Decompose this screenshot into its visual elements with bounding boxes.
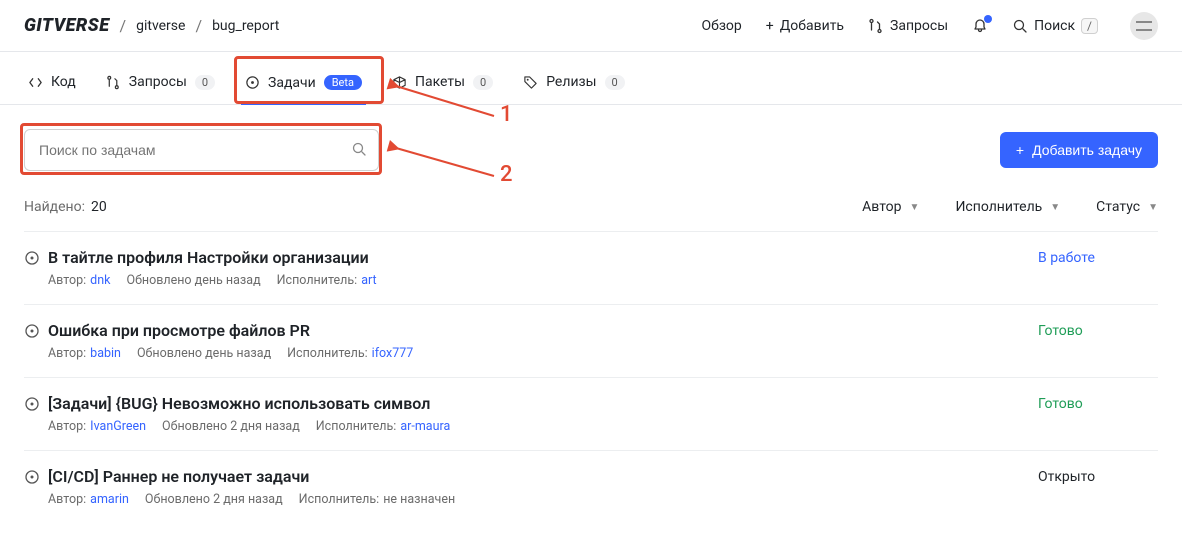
issue-status: Открыто	[1038, 467, 1158, 507]
tab-packages[interactable]: Пакеты 0	[388, 62, 497, 104]
issue-open-icon	[24, 321, 48, 361]
nav-notifications[interactable]	[972, 18, 988, 34]
code-icon	[28, 75, 43, 90]
breadcrumb-sep: /	[195, 16, 202, 35]
issue-author-link[interactable]: amarin	[90, 492, 129, 507]
notification-dot	[984, 15, 992, 23]
issue-open-icon	[24, 467, 48, 507]
issue-title[interactable]: [Задачи] {BUG} Невозможно использовать с…	[48, 394, 1038, 413]
found-row: Найдено: 20 Автор▼ Исполнитель▼ Статус▼	[24, 189, 1158, 231]
topbar: GITVERSE / gitverse / bug_report Обзор +…	[0, 0, 1182, 52]
plus-icon: +	[766, 18, 774, 34]
issue-status: Готово	[1038, 321, 1158, 361]
tag-icon	[523, 75, 538, 90]
filter-status[interactable]: Статус▼	[1096, 199, 1158, 215]
chevron-down-icon: ▼	[1050, 202, 1060, 213]
search-icon	[351, 141, 367, 157]
search-icon	[1012, 18, 1028, 34]
issue-author-link[interactable]: babin	[90, 346, 121, 361]
git-compare-icon	[106, 75, 121, 90]
avatar[interactable]	[1130, 12, 1158, 40]
found-label: Найдено:	[24, 199, 85, 215]
issue-row[interactable]: Ошибка при просмотре файлов PR Автор: ba…	[24, 304, 1158, 377]
package-icon	[392, 75, 407, 90]
issue-author-link[interactable]: dnk	[90, 273, 110, 288]
filter-assignee[interactable]: Исполнитель▼	[955, 199, 1060, 215]
search-row: + Добавить задачу	[0, 105, 1182, 179]
issue-assignee-link[interactable]: art	[361, 273, 376, 288]
issue-updated: Обновлено 2 дня назад	[162, 419, 300, 434]
search-input[interactable]	[24, 129, 379, 171]
tab-releases[interactable]: Релизы 0	[519, 62, 629, 104]
issue-meta: Автор: dnk Обновлено день назад Исполнит…	[48, 273, 1038, 288]
git-compare-icon	[868, 18, 884, 34]
breadcrumb-sep: /	[119, 16, 126, 35]
chevron-down-icon: ▼	[1148, 202, 1158, 213]
avatar-icon	[1136, 21, 1152, 31]
requests-count: 0	[195, 75, 215, 90]
issue-meta: Автор: babin Обновлено день назад Исполн…	[48, 346, 1038, 361]
nav-overview[interactable]: Обзор	[701, 18, 741, 34]
issue-assignee-link[interactable]: ifox777	[372, 346, 414, 361]
issue-updated: Обновлено день назад	[126, 273, 260, 288]
tab-code[interactable]: Код	[24, 62, 80, 104]
packages-count: 0	[473, 75, 493, 90]
releases-count: 0	[605, 75, 625, 90]
issue-author-link[interactable]: IvanGreen	[90, 419, 146, 434]
add-issue-button[interactable]: + Добавить задачу	[1000, 132, 1158, 168]
breadcrumb-repo[interactable]: bug_report	[212, 18, 279, 34]
tab-requests[interactable]: Запросы 0	[102, 62, 219, 104]
repo-tabs: Код Запросы 0 Задачи Beta Пакеты 0 Релиз…	[0, 52, 1182, 105]
nav-requests[interactable]: Запросы	[868, 18, 948, 34]
issue-title[interactable]: [CI/CD] Раннер не получает задачи	[48, 467, 1038, 486]
issue-icon	[245, 75, 260, 90]
issue-meta: Автор: amarin Обновлено 2 дня назад Испо…	[48, 492, 1038, 507]
search-kbd: /	[1081, 18, 1098, 34]
issue-title[interactable]: В тайтле профиля Настройки организации	[48, 248, 1038, 267]
issue-updated: Обновлено 2 дня назад	[145, 492, 283, 507]
issue-assignee: не назначен	[383, 492, 455, 507]
logo[interactable]: GITVERSE	[24, 15, 109, 36]
issues-area: Найдено: 20 Автор▼ Исполнитель▼ Статус▼ …	[0, 179, 1182, 533]
issue-row[interactable]: [CI/CD] Раннер не получает задачи Автор:…	[24, 450, 1158, 523]
filter-author[interactable]: Автор▼	[862, 199, 919, 215]
tab-issues[interactable]: Задачи Beta	[241, 63, 366, 105]
issue-assignee-link[interactable]: ar-maura	[400, 419, 450, 434]
issue-row[interactable]: В тайтле профиля Настройки организации А…	[24, 231, 1158, 304]
issue-status: Готово	[1038, 394, 1158, 434]
nav-add[interactable]: + Добавить	[766, 18, 844, 34]
chevron-down-icon: ▼	[910, 202, 920, 213]
nav-search[interactable]: Поиск /	[1012, 18, 1098, 34]
plus-icon: +	[1016, 142, 1024, 158]
issue-status: В работе	[1038, 248, 1158, 288]
top-actions: Обзор + Добавить Запросы Поиск /	[701, 12, 1158, 40]
beta-badge: Beta	[324, 75, 362, 90]
found-count: 20	[91, 199, 107, 215]
issue-title[interactable]: Ошибка при просмотре файлов PR	[48, 321, 1038, 340]
issue-meta: Автор: IvanGreen Обновлено 2 дня назад И…	[48, 419, 1038, 434]
breadcrumb-owner[interactable]: gitverse	[136, 18, 185, 34]
issue-open-icon	[24, 394, 48, 434]
issue-row[interactable]: [Задачи] {BUG} Невозможно использовать с…	[24, 377, 1158, 450]
issue-updated: Обновлено день назад	[137, 346, 271, 361]
issue-open-icon	[24, 248, 48, 288]
